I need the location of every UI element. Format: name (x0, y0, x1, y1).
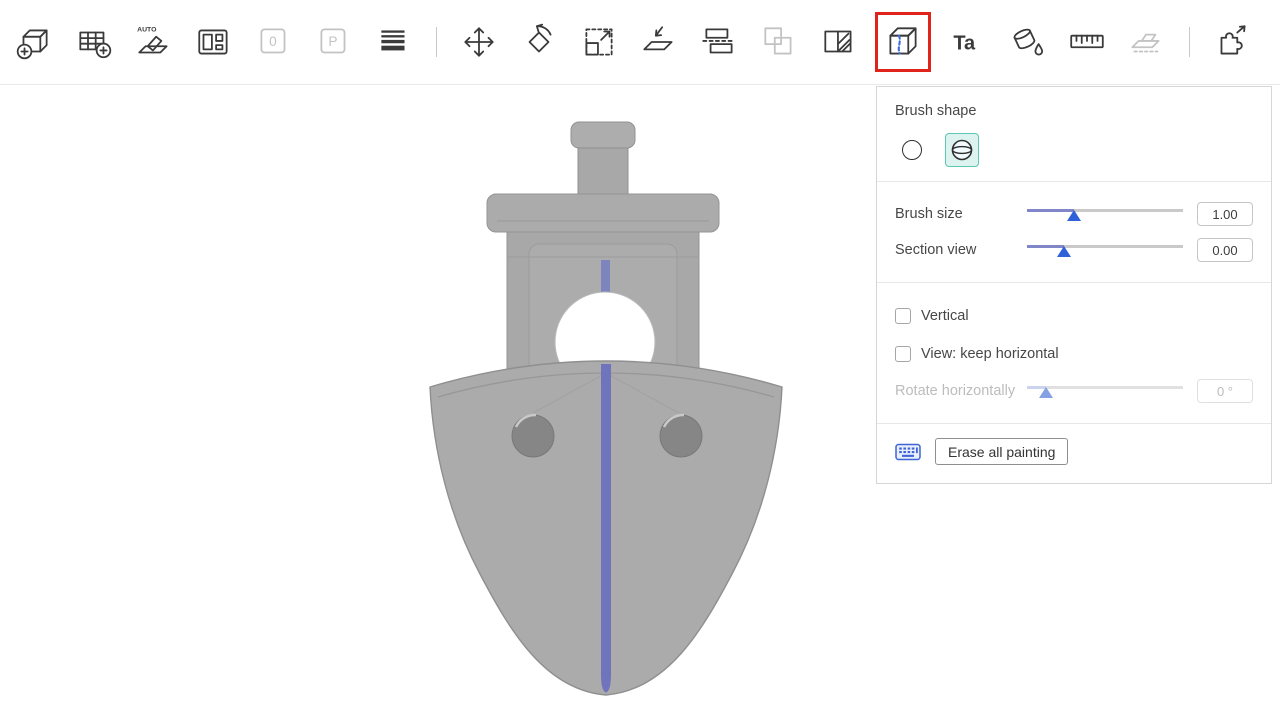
move-tool-button[interactable] (455, 16, 503, 68)
plate-p-label: P (328, 34, 337, 49)
text-tool-button[interactable]: Ta (943, 16, 991, 68)
brush-size-label: Brush size (895, 206, 1027, 222)
add-object-icon (14, 22, 54, 62)
brush-size-row: Brush size (895, 196, 1253, 232)
sphere-brush-icon (950, 138, 974, 162)
support-painting-button[interactable] (815, 16, 863, 68)
add-plate-icon (74, 22, 114, 62)
rotate-icon (519, 22, 559, 62)
seam-painting-icon (883, 22, 923, 62)
scale-icon (579, 22, 619, 62)
add-plate-button[interactable] (70, 16, 118, 68)
circle-brush-icon (902, 140, 922, 160)
benchy-roof (487, 194, 719, 232)
seam-painting-button[interactable] (879, 16, 927, 68)
section-view-row: Section view (895, 232, 1253, 268)
erase-all-painting-button[interactable]: Erase all painting (935, 438, 1068, 465)
vertical-checkbox-row: Vertical (895, 297, 1253, 335)
scale-tool-button[interactable] (575, 16, 623, 68)
vertical-label: Vertical (921, 308, 969, 324)
plate-0-icon: 0 (254, 22, 294, 62)
brush-size-slider-thumb[interactable] (1067, 210, 1081, 221)
move-icon (459, 22, 499, 62)
brush-shape-sphere-button[interactable] (945, 133, 979, 167)
color-painting-icon (1007, 22, 1047, 62)
keep-horizontal-checkbox-row: View: keep horizontal (895, 335, 1253, 373)
plate-0-label: 0 (269, 34, 277, 49)
seam-stripe-hull (601, 364, 611, 693)
plugins-icon (1212, 22, 1252, 62)
rotate-horizontally-slider-thumb (1039, 387, 1053, 398)
brush-size-input[interactable] (1197, 202, 1253, 226)
cut-tool-button[interactable] (695, 16, 743, 68)
brush-shape-label: Brush shape (895, 103, 1253, 119)
benchy-model[interactable] (405, 114, 805, 714)
section-view-slider-thumb[interactable] (1057, 246, 1071, 257)
plate-p-icon: P (314, 22, 354, 62)
section-view-label: Section view (895, 242, 1027, 258)
rotate-tool-button[interactable] (515, 16, 563, 68)
top-toolbar: AUTO 0 P (0, 0, 1280, 85)
place-on-face-icon (639, 22, 679, 62)
measure-tool-button[interactable] (1063, 16, 1111, 68)
text-tool-icon: Ta (947, 22, 987, 62)
mesh-boolean-button (755, 16, 803, 68)
variable-layer-height-icon (374, 22, 414, 62)
plate-0-button: 0 (250, 16, 298, 68)
plate-p-button: P (310, 16, 358, 68)
rotate-horizontally-row: Rotate horizontally (895, 373, 1253, 409)
add-object-button[interactable] (10, 16, 58, 68)
brush-shape-options (895, 133, 1253, 167)
cut-icon (699, 22, 739, 62)
arrange-button[interactable] (190, 16, 238, 68)
auto-orient-button[interactable]: AUTO (130, 16, 178, 68)
brush-shape-circle-button[interactable] (895, 133, 929, 167)
toolbar-separator (1189, 27, 1190, 57)
plugins-button[interactable] (1208, 16, 1256, 68)
erase-row: Erase all painting (895, 438, 1253, 465)
auto-orient-icon: AUTO (134, 22, 174, 62)
section-view-slider[interactable] (1027, 241, 1183, 259)
measure-icon (1067, 22, 1107, 62)
rotate-horizontally-input (1197, 379, 1253, 403)
assembly-view-icon (1127, 22, 1167, 62)
color-painting-button[interactable] (1003, 16, 1051, 68)
brush-size-slider[interactable] (1027, 205, 1183, 223)
panel-divider (877, 282, 1271, 283)
panel-divider (877, 181, 1271, 182)
keep-horizontal-label: View: keep horizontal (921, 346, 1059, 362)
seam-painting-panel: Brush shape Brush size Section view (876, 86, 1272, 484)
keyboard-shortcuts-icon[interactable] (895, 442, 921, 462)
assembly-view-button (1123, 16, 1171, 68)
panel-divider (877, 423, 1271, 424)
toolbar-separator (436, 27, 437, 57)
benchy-chimney (578, 144, 628, 202)
rotate-horizontally-label: Rotate horizontally (895, 383, 1027, 399)
support-painting-icon (819, 22, 859, 62)
place-on-face-button[interactable] (635, 16, 683, 68)
section-view-input[interactable] (1197, 238, 1253, 262)
seam-stripe-cabin (601, 260, 610, 296)
keep-horizontal-checkbox[interactable] (895, 346, 911, 362)
mesh-boolean-icon (759, 22, 799, 62)
text-tool-label: Ta (953, 32, 976, 54)
vertical-checkbox[interactable] (895, 308, 911, 324)
variable-layer-height-button[interactable] (370, 16, 418, 68)
active-tool-highlight (875, 12, 931, 72)
rotate-horizontally-slider (1027, 382, 1183, 400)
auto-orient-label: AUTO (137, 26, 157, 33)
arrange-icon (194, 22, 234, 62)
slicer-app-window: AUTO 0 P (0, 0, 1280, 720)
benchy-chimney-cap (571, 122, 635, 148)
